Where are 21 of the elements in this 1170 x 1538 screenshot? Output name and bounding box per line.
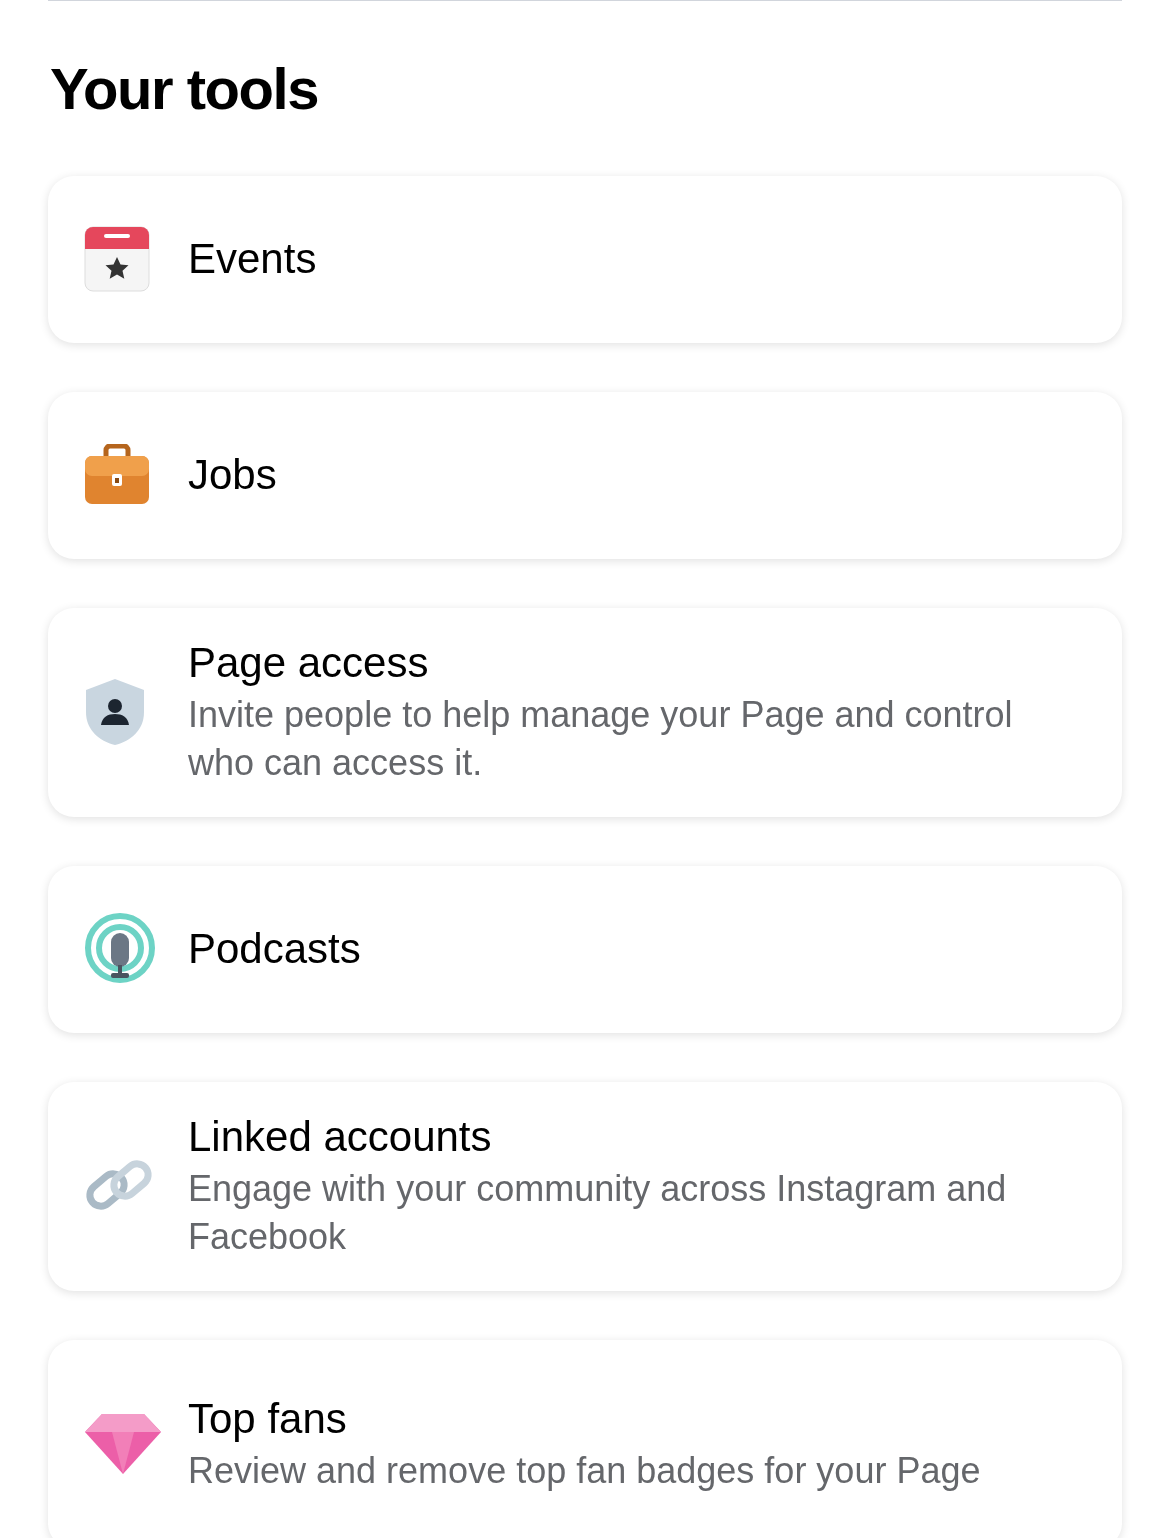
tool-card[interactable]: Podcasts — [48, 865, 1122, 1033]
tool-title: Podcasts — [188, 923, 361, 974]
section-title: Your tools — [50, 55, 319, 123]
tool-title: Events — [188, 233, 317, 284]
tool-title: Jobs — [188, 449, 277, 500]
diamond-icon — [84, 1412, 162, 1476]
tool-title: Page access — [188, 637, 430, 688]
tool-title: Linked accounts — [188, 1111, 493, 1162]
tool-title: Top fans — [188, 1393, 348, 1444]
calendar-icon — [84, 226, 150, 292]
podcast-microphone-icon — [84, 913, 156, 985]
tool-card[interactable]: Jobs — [48, 391, 1122, 559]
briefcase-icon — [84, 444, 150, 506]
tool-card[interactable]: Events — [48, 175, 1122, 343]
tool-card[interactable]: Top fans Review and remove top fan badges for your Page — [48, 1339, 1122, 1538]
tool-card[interactable]: Page access Invite people to help manage your Page and control who can access it. — [48, 607, 1122, 817]
tool-description: Review and remove top fan badges for your Page — [188, 1449, 981, 1494]
tool-description: Invite people to help manage your Page and control who can access it. — [188, 693, 1014, 786]
tool-description: Engage with your community across Instagram and Facebook — [188, 1167, 1008, 1260]
shield-person-icon — [84, 677, 146, 747]
tool-card[interactable]: Linked accounts Engage with your community across Instagram and Facebook — [48, 1081, 1122, 1291]
